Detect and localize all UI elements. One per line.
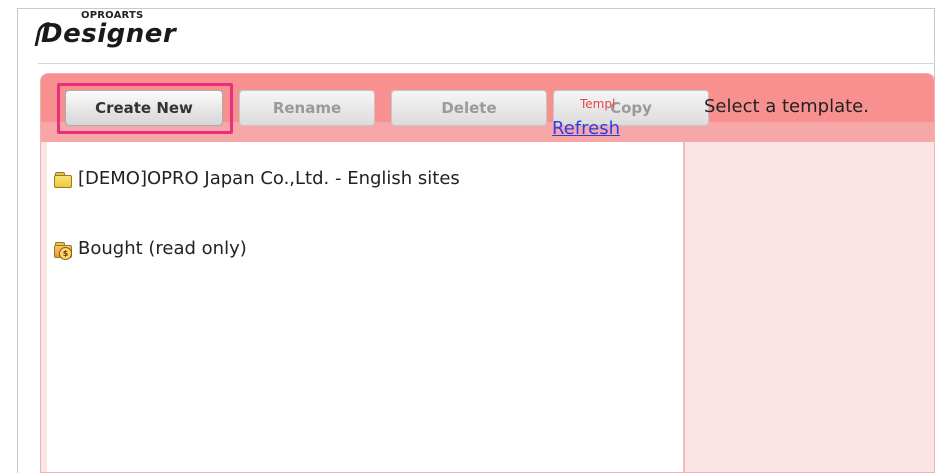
tree-item-bought-folder[interactable]: $ Bought (read only) <box>54 238 247 260</box>
template-tag: Templ <box>580 97 616 111</box>
folder-icon <box>54 171 72 188</box>
refresh-link[interactable]: Refresh <box>552 118 620 139</box>
logo-brand-name: Designer <box>41 19 177 49</box>
create-new-button[interactable]: Create New <box>65 90 223 126</box>
purchased-folder-icon: $ <box>54 241 72 260</box>
select-template-message: Select a template. <box>704 96 869 117</box>
folder-tree-pane <box>47 142 683 472</box>
tree-item-label: Bought (read only) <box>78 238 247 259</box>
template-detail-pane <box>683 142 934 472</box>
template-panel: Create New Rename Delete Copy <box>40 73 935 473</box>
rename-button[interactable]: Rename <box>239 90 375 126</box>
delete-button[interactable]: Delete <box>391 90 547 126</box>
tree-item-label: [DEMO]OPRO Japan Co.,Ltd. - English site… <box>78 168 460 189</box>
header-divider <box>38 63 935 64</box>
designer-logo: OPROARTS Designer <box>34 10 207 54</box>
tree-item-demo-folder[interactable]: [DEMO]OPRO Japan Co.,Ltd. - English site… <box>54 168 460 189</box>
